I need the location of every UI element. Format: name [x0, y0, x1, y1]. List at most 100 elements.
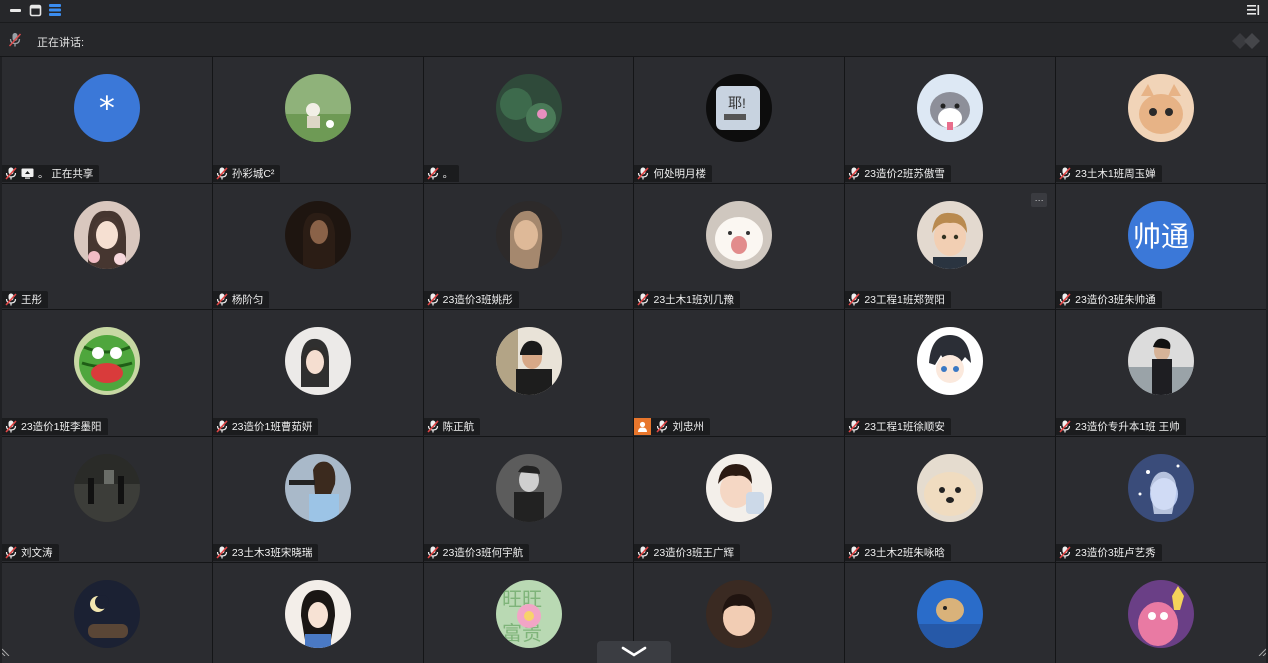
participant-tile[interactable]: 23造价1班李墨阳 — [2, 310, 212, 436]
window-icon[interactable] — [27, 2, 43, 18]
avatar: 帅通 — [1128, 201, 1195, 269]
participant-tile[interactable]: 王彤 — [2, 184, 212, 309]
participant-name-tag: 23工程1班郑贺阳 — [845, 291, 951, 308]
participant-tile[interactable] — [2, 563, 212, 663]
avatar — [917, 454, 984, 522]
avatar — [284, 74, 351, 142]
participant-tile[interactable]: 23土木2班朱咏晗 — [845, 437, 1056, 562]
participant-tile[interactable]: * 。 正在共享 — [2, 57, 212, 183]
participant-tile[interactable] — [845, 563, 1056, 663]
avatar — [495, 201, 562, 269]
mic-muted-icon — [637, 546, 650, 559]
participant-name: 刘忠州 — [672, 421, 704, 433]
participant-name-tag: 刘文涛 — [2, 544, 59, 561]
avatar — [917, 580, 984, 648]
participant-tile[interactable]: 23土木3班宋晓瑞 — [212, 437, 423, 562]
mic-muted-icon — [848, 420, 860, 433]
participant-name: 23土木2班朱咏晗 — [864, 547, 945, 559]
participant-name: 23造价3班朱帅通 — [1075, 294, 1156, 306]
avatar — [1128, 454, 1195, 522]
participant-tile[interactable]: 23土木1班周玉婵 — [1056, 57, 1266, 183]
participant-tile[interactable] — [1056, 563, 1266, 663]
participant-tile[interactable]: 杨阶匀 — [212, 184, 423, 309]
mic-muted-icon — [216, 546, 228, 559]
avatar — [1128, 580, 1195, 648]
participant-tile[interactable]: 。 — [423, 57, 634, 183]
layout-icon[interactable] — [47, 2, 63, 18]
participant-name-tag: 。 — [423, 165, 460, 182]
mic-muted-icon — [1059, 420, 1071, 433]
speaking-mic-icon — [8, 32, 22, 53]
avatar — [706, 201, 773, 269]
participant-tile[interactable]: 陈正航 — [423, 310, 634, 436]
participant-name: 23造价专升本1班 王帅 — [1075, 421, 1180, 433]
resize-handle-right-icon[interactable] — [1256, 643, 1267, 661]
participant-tile[interactable]: 23造价2班苏傲雪 — [845, 57, 1056, 183]
participant-name-tag: 王彤 — [2, 291, 48, 308]
participant-name: 23工程1班郑贺阳 — [864, 294, 945, 306]
avatar: * — [73, 74, 140, 142]
more-options-button[interactable]: ··· — [1031, 193, 1048, 207]
mic-muted-icon — [1059, 167, 1071, 180]
participant-tile[interactable]: 23造价3班王广辉 — [634, 437, 845, 562]
mic-muted-icon — [656, 420, 669, 433]
participant-tile[interactable]: 耶! 何处明月楼 — [634, 57, 845, 183]
participant-name: 23工程1班徐顺安 — [864, 421, 945, 433]
participant-name-tag: 23工程1班徐顺安 — [845, 418, 951, 435]
mic-muted-icon — [5, 420, 17, 433]
participant-tile[interactable]: 23造价3班姚彤 — [423, 184, 634, 309]
participant-name-tag: 23造价3班卢艺秀 — [1056, 544, 1162, 561]
scroll-down-button[interactable] — [597, 641, 671, 663]
participant-name-tag: 孙彩城C² — [212, 165, 281, 182]
participant-name-tag: 陈正航 — [423, 418, 481, 435]
participant-tile[interactable]: 孙彩城C² — [212, 57, 423, 183]
avatar — [706, 454, 773, 522]
participant-tile[interactable]: 23造价3班卢艺秀 — [1056, 437, 1266, 562]
participant-name: 23造价3班王广辉 — [653, 547, 735, 559]
participant-name-tag: 刘忠州 — [634, 418, 710, 435]
participant-tile[interactable]: 刘忠州 — [634, 310, 845, 436]
avatar — [917, 201, 984, 269]
participant-tile[interactable]: 23造价3班何宇航 — [423, 437, 634, 562]
participant-name-tag: 23造价1班李墨阳 — [2, 418, 108, 435]
participant-name-tag: 23造价2班苏傲雪 — [845, 165, 951, 182]
avatar — [284, 454, 351, 522]
participant-tile[interactable]: 23造价专升本1班 王帅 — [1056, 310, 1266, 436]
participant-name: 23造价2班苏傲雪 — [864, 168, 945, 180]
avatar — [1128, 74, 1195, 142]
avatar — [73, 201, 140, 269]
participant-name: 陈正航 — [442, 421, 475, 433]
participant-name: 刘文涛 — [21, 547, 53, 559]
mic-muted-icon — [427, 546, 439, 559]
avatar — [1128, 327, 1195, 395]
participant-name-tag: 23造价3班王广辉 — [634, 544, 741, 561]
avatar — [284, 201, 351, 269]
window-toolbar — [0, 0, 1268, 23]
speaking-bar: 正在讲话: — [0, 23, 1268, 57]
avatar: 旺旺 富贵 — [495, 580, 562, 648]
participant-tile[interactable] — [212, 563, 423, 663]
participant-tile[interactable]: ··· 23工程1班郑贺阳 — [845, 184, 1056, 309]
participant-name: 23造价1班李墨阳 — [21, 421, 102, 433]
avatar — [284, 580, 351, 648]
participant-grid: * 。 正在共享 孙彩城C² 。 耶! 何处明月楼 23造价2班苏傲雪 23土木1班周玉婵王彤… — [2, 57, 1266, 663]
participant-tile[interactable]: 23造价1班曹茹妍 — [212, 310, 423, 436]
minimize-icon[interactable] — [7, 2, 23, 18]
watermark-logo-icon — [1232, 33, 1262, 54]
participant-tile[interactable]: 帅通 23造价3班朱帅通 — [1056, 184, 1266, 309]
participant-name: 杨阶匀 — [231, 294, 264, 306]
mic-muted-icon — [848, 546, 860, 559]
participant-tile[interactable]: 23工程1班徐顺安 — [845, 310, 1056, 436]
avatar — [917, 327, 984, 395]
avatar — [495, 74, 562, 142]
participant-tile[interactable]: 23土木1班刘几豫 — [634, 184, 845, 309]
avatar — [706, 580, 773, 648]
avatar — [495, 454, 562, 522]
collapse-menu-icon[interactable] — [1245, 2, 1261, 18]
participant-name: 23土木3班宋晓瑞 — [231, 547, 313, 559]
participant-name-tag: 23造价3班姚彤 — [423, 291, 519, 308]
participant-name: 。 正在共享 — [38, 168, 94, 180]
participant-name-tag: 23土木3班宋晓瑞 — [212, 544, 319, 561]
resize-handle-left-icon[interactable] — [1, 643, 12, 661]
participant-tile[interactable]: 刘文涛 — [2, 437, 212, 562]
